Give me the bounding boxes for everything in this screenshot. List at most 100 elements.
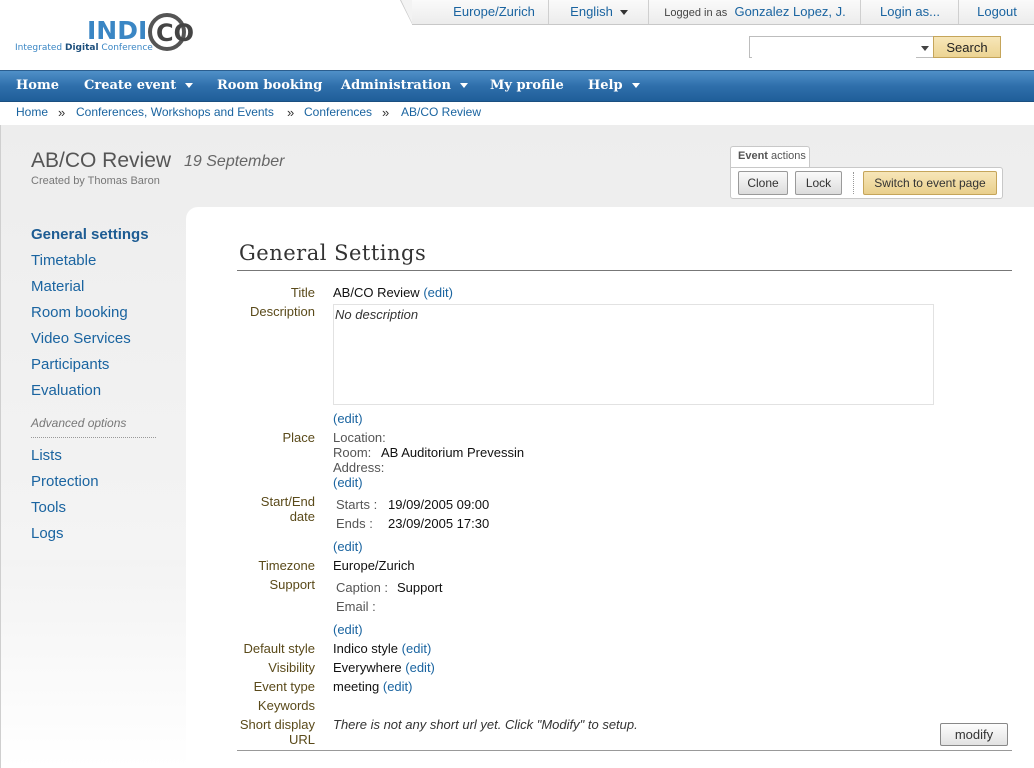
event-creator: Created by Thomas Baron xyxy=(31,175,160,187)
search-field[interactable] xyxy=(749,36,933,58)
chevron-down-icon xyxy=(631,83,640,88)
sidebar-item-protection[interactable]: Protection xyxy=(31,473,99,490)
nav-help[interactable]: Help xyxy=(588,71,640,101)
sidebar-item-video-services[interactable]: Video Services xyxy=(31,330,131,347)
room-value: AB Auditorium Prevessin xyxy=(381,445,525,460)
main-nav: Home Create event Room booking Administr… xyxy=(0,70,1034,102)
timezone-selector[interactable]: Europe/Zurich xyxy=(440,0,548,24)
timezone-value: Europe/Zurich xyxy=(333,558,415,573)
edit-visibility-link[interactable]: (edit) xyxy=(405,660,435,675)
sidebar-item-lists[interactable]: Lists xyxy=(31,447,62,464)
breadcrumb: Home » Conferences, Workshops and Events… xyxy=(0,101,1034,126)
sidebar-item-timetable[interactable]: Timetable xyxy=(31,252,96,269)
lock-button[interactable]: Lock xyxy=(795,171,842,195)
logout-link[interactable]: Logout xyxy=(958,0,1034,24)
visibility-label: Visibility xyxy=(268,660,315,675)
title-value: AB/CO Review xyxy=(333,285,420,300)
top-bar: Europe/Zurich English Logged in as Gonza… xyxy=(400,0,1034,25)
chevron-down-icon xyxy=(619,10,628,16)
event-actions-tab: Event actions xyxy=(730,146,810,168)
breadcrumb-category[interactable]: Conferences, Workshops and Events xyxy=(76,101,274,124)
edit-support-row: (edit) xyxy=(333,622,363,637)
login-as-link[interactable]: Login as... xyxy=(860,0,959,24)
logo-word: INDI xyxy=(87,16,148,45)
title-value-row: AB/CO Review (edit) xyxy=(333,285,453,300)
sidebar-item-room-booking[interactable]: Room booking xyxy=(31,304,128,321)
default-style-row: Indico style (edit) xyxy=(333,641,431,656)
event-date: 19 September xyxy=(184,153,285,170)
edit-dates-link[interactable]: (edit) xyxy=(333,539,363,554)
sidebar-item-participants[interactable]: Participants xyxy=(31,356,109,373)
logo-co-icon: CO xyxy=(148,13,194,51)
sidebar-item-tools[interactable]: Tools xyxy=(31,499,66,516)
keywords-label: Keywords xyxy=(257,698,315,713)
edit-default-style-link[interactable]: (edit) xyxy=(402,641,432,656)
search-input[interactable] xyxy=(752,38,916,58)
breadcrumb-separator: » xyxy=(382,105,390,120)
caption-value: Support xyxy=(397,580,443,595)
default-style-value: Indico style xyxy=(333,641,399,656)
clone-button[interactable]: Clone xyxy=(738,171,788,195)
edit-description-link[interactable]: (edit) xyxy=(333,411,363,426)
starts-value: 19/09/2005 09:00 xyxy=(388,497,490,512)
indico-logo[interactable]: INDI CO Integrated Digital Conference xyxy=(14,12,214,58)
description-label: Description xyxy=(249,304,315,319)
caption-key: Caption : xyxy=(336,580,389,595)
breadcrumb-conferences[interactable]: Conferences xyxy=(304,101,372,124)
modify-short-url-button[interactable]: modify xyxy=(940,723,1008,746)
sidebar-item-general-settings[interactable]: General settings xyxy=(31,226,149,243)
location-key: Location: xyxy=(333,430,386,445)
start-end-date-label: Start/End date xyxy=(260,494,315,524)
short-url-label: Short display URL xyxy=(239,717,315,747)
sidebar-item-logs[interactable]: Logs xyxy=(31,525,64,542)
advanced-options-label: Advanced options xyxy=(31,416,127,430)
event-type-row: meeting (edit) xyxy=(333,679,413,694)
nav-create-event[interactable]: Create event xyxy=(84,71,194,101)
event-title: AB/CO Review xyxy=(31,149,172,172)
breadcrumb-current[interactable]: AB/CO Review xyxy=(401,101,481,124)
language-selector[interactable]: English xyxy=(548,0,649,24)
breadcrumb-separator: » xyxy=(287,105,295,120)
edit-place-link[interactable]: (edit) xyxy=(333,475,363,490)
edit-event-type-link[interactable]: (edit) xyxy=(383,679,413,694)
event-type-value: meeting xyxy=(333,679,380,694)
breadcrumb-separator: » xyxy=(58,105,66,120)
top-bar-slant-inner xyxy=(401,0,412,23)
nav-room-booking[interactable]: Room booking xyxy=(217,71,322,101)
sidebar-item-evaluation[interactable]: Evaluation xyxy=(31,382,101,399)
sidebar-fade xyxy=(0,560,186,768)
support-label: Support xyxy=(269,577,315,592)
sidebar-item-material[interactable]: Material xyxy=(31,278,84,295)
edit-place-row: (edit) xyxy=(333,475,363,490)
page-title: General Settings xyxy=(239,241,427,265)
switch-to-event-page-button[interactable]: Switch to event page xyxy=(863,171,997,195)
logo-co-text: CO xyxy=(156,19,194,47)
email-key: Email : xyxy=(336,599,376,614)
address-key: Address: xyxy=(333,460,385,475)
event-type-label: Event type xyxy=(253,679,315,694)
room-key: Room: xyxy=(333,445,372,460)
description-value: No description xyxy=(335,307,419,322)
nav-administration[interactable]: Administration xyxy=(341,71,468,101)
actions-divider xyxy=(853,172,854,194)
edit-description-row: (edit) xyxy=(333,411,363,426)
timezone-label: Timezone xyxy=(258,558,315,573)
logged-in-user[interactable]: Logged in as Gonzalez Lopez, J. xyxy=(648,0,861,24)
edit-title-link[interactable]: (edit) xyxy=(423,285,453,300)
search-button[interactable]: Search xyxy=(933,36,1001,58)
place-label: Place xyxy=(282,430,315,445)
chevron-down-icon xyxy=(185,83,194,88)
nav-my-profile[interactable]: My profile xyxy=(490,71,564,101)
search-options-chevron-icon[interactable] xyxy=(921,46,929,51)
edit-dates-row: (edit) xyxy=(333,539,363,554)
chevron-down-icon xyxy=(459,83,468,88)
title-label: Title xyxy=(290,285,315,300)
edit-support-link[interactable]: (edit) xyxy=(333,622,363,637)
visibility-row: Everywhere (edit) xyxy=(333,660,435,675)
left-border xyxy=(0,125,1,768)
description-box: No description xyxy=(333,304,934,405)
nav-home[interactable]: Home xyxy=(16,71,59,101)
breadcrumb-home[interactable]: Home xyxy=(16,101,48,124)
user-name-link[interactable]: Gonzalez Lopez, J. xyxy=(734,4,845,19)
ends-key: Ends : xyxy=(336,516,373,531)
